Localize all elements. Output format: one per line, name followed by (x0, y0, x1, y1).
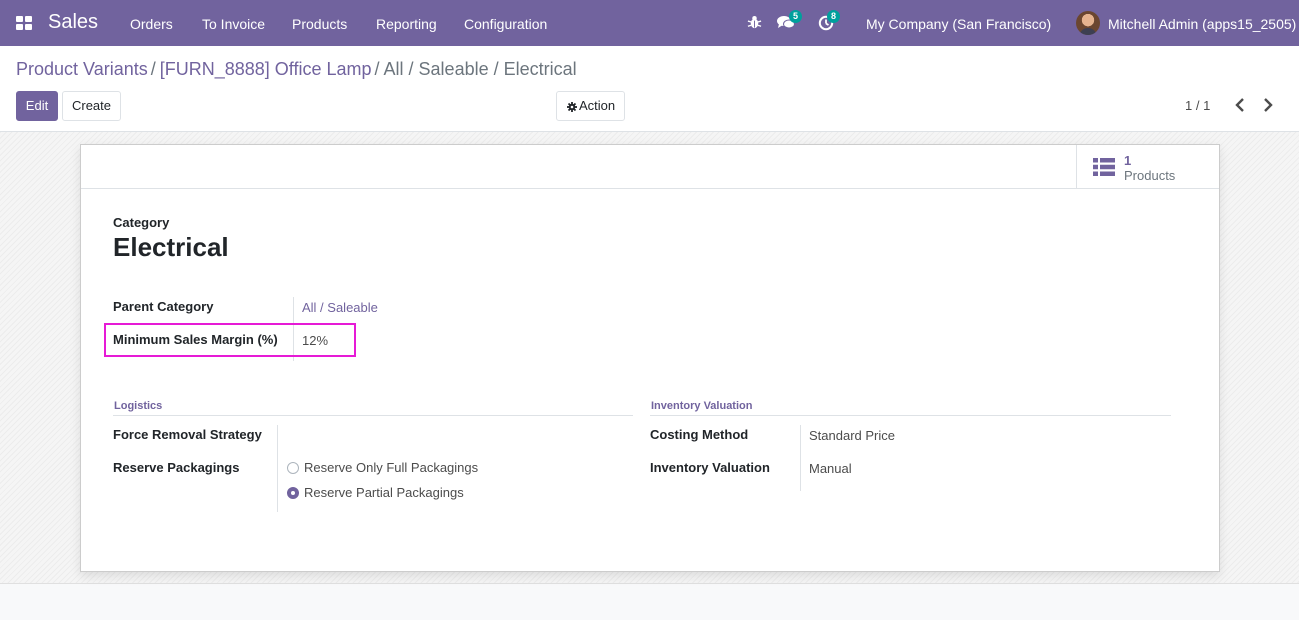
option-full-packagings[interactable]: Reserve Only Full Packagings (304, 460, 478, 475)
field-divider (800, 425, 801, 491)
inventory-valuation-label: Inventory Valuation (650, 460, 770, 475)
menu-reporting[interactable]: Reporting (376, 16, 437, 32)
valuation-separator (650, 415, 1171, 416)
record-title: Electrical (113, 232, 229, 262)
chat-count-badge: 5 (789, 10, 803, 23)
apps-grid-icon[interactable] (16, 16, 32, 30)
menu-to-invoice[interactable]: To Invoice (202, 16, 265, 32)
footer-area (0, 584, 1299, 620)
min-margin-value[interactable]: 12% (302, 333, 328, 348)
min-margin-label: Minimum Sales Margin (%) (113, 332, 278, 347)
breadcrumb-product-variants[interactable]: Product Variants (16, 59, 148, 79)
control-panel: Product Variants / [FURN_8888] Office Lamp… (0, 46, 1299, 132)
form-sheet: 1 Products Category Electrical Parent Ca… (80, 144, 1220, 572)
breadcrumb-separator: / (150, 59, 156, 79)
user-menu[interactable]: Mitchell Admin (apps15_2505) (1108, 16, 1296, 32)
menu-orders[interactable]: Orders (130, 16, 173, 32)
breadcrumb: Product Variants / [FURN_8888] Office Lamp… (16, 59, 577, 80)
create-button[interactable]: Create (62, 91, 121, 121)
products-smart-button[interactable]: 1 Products (1076, 145, 1219, 188)
top-navbar: Sales Orders To Invoice Products Reporti… (0, 0, 1299, 46)
action-label: Action (579, 98, 616, 113)
parent-category-label: Parent Category (113, 299, 214, 314)
products-count: 1 (1124, 153, 1132, 168)
user-avatar[interactable] (1076, 11, 1100, 35)
products-label: Products (1124, 168, 1176, 183)
radio-partial-packagings[interactable] (287, 487, 299, 499)
valuation-group-title: Inventory Valuation (651, 400, 753, 412)
app-name[interactable]: Sales (48, 11, 98, 34)
costing-method-label: Costing Method (650, 427, 749, 442)
gear-icon (567, 102, 577, 112)
pager-value[interactable]: 1 / 1 (1185, 98, 1210, 113)
action-button[interactable]: Action (556, 91, 625, 121)
activity-count-badge: 8 (827, 10, 841, 23)
inventory-valuation-value[interactable]: Manual (809, 461, 852, 476)
logistics-group-title: Logistics (114, 400, 163, 412)
force-removal-label: Force Removal Strategy (113, 427, 262, 442)
bug-icon[interactable] (747, 14, 762, 30)
company-switcher[interactable]: My Company (San Francisco) (866, 16, 1051, 32)
category-caption: Category (113, 215, 170, 230)
button-box: 1 Products (81, 145, 1219, 189)
option-partial-packagings[interactable]: Reserve Partial Packagings (304, 485, 464, 500)
breadcrumb-separator: / (374, 59, 380, 79)
breadcrumb-office-lamp[interactable]: [FURN_8888] Office Lamp (160, 59, 372, 79)
breadcrumb-current: All / Saleable / Electrical (383, 59, 577, 79)
edit-button[interactable]: Edit (16, 91, 58, 121)
chevron-right-icon[interactable] (1261, 96, 1275, 114)
reserve-packagings-label: Reserve Packagings (113, 460, 240, 475)
logistics-separator (113, 415, 633, 416)
menu-products[interactable]: Products (292, 16, 347, 32)
parent-category-value[interactable]: All / Saleable (302, 300, 378, 315)
field-divider (277, 425, 278, 512)
costing-method-value[interactable]: Standard Price (809, 428, 895, 443)
radio-full-packagings[interactable] (287, 462, 299, 474)
list-icon (1093, 158, 1115, 176)
chevron-left-icon[interactable] (1233, 96, 1247, 114)
menu-configuration[interactable]: Configuration (464, 16, 547, 32)
